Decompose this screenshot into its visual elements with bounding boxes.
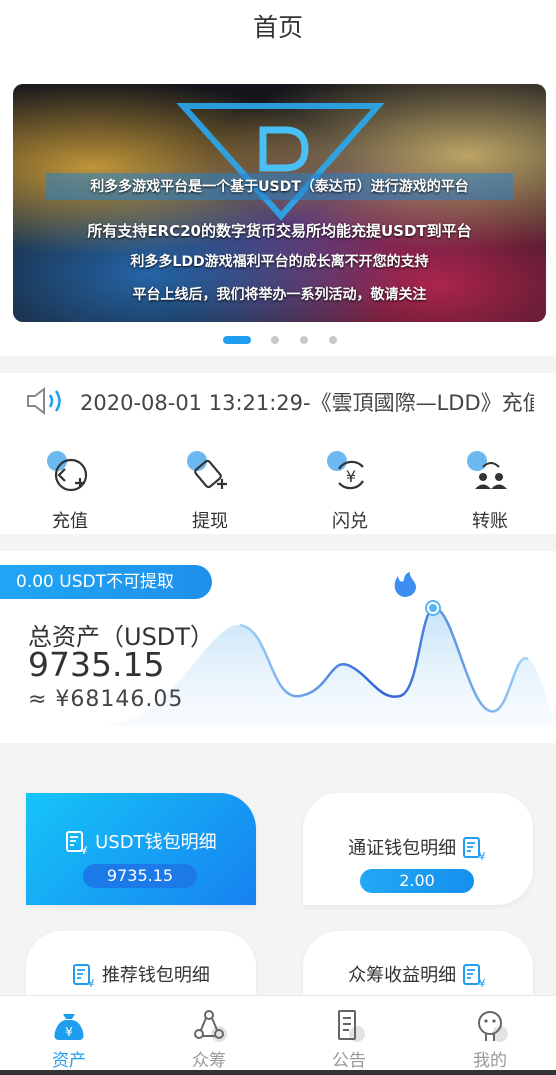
wallet-cards: ¥ USDT钱包明细 9735.15 通证钱包明细 ¥ 2.00 ¥ 推荐钱包明… bbox=[0, 743, 556, 995]
tab-crowdfund-label: 众筹 bbox=[192, 1051, 226, 1071]
banner-section: 利多多游戏平台是一个基于USDT（泰达币）进行游戏的平台 所有支持ERC20的数… bbox=[0, 56, 556, 356]
svg-text:¥: ¥ bbox=[81, 844, 88, 856]
carousel-dot[interactable] bbox=[271, 336, 279, 344]
speaker-icon bbox=[27, 386, 61, 416]
tab-announcement[interactable]: 公告 bbox=[299, 1008, 399, 1071]
transfer-label: 转账 bbox=[472, 511, 508, 532]
ledger-icon: ¥ bbox=[66, 831, 88, 856]
withdraw-icon bbox=[187, 451, 233, 497]
token-wallet-card[interactable]: 通证钱包明细 ¥ 2.00 bbox=[303, 793, 533, 905]
carousel-dot[interactable] bbox=[329, 336, 337, 344]
wallet-bag-icon: ¥ bbox=[49, 1008, 89, 1044]
tab-crowdfund[interactable]: 众筹 bbox=[159, 1008, 259, 1071]
token-wallet-title: 通证钱包明细 ¥ bbox=[303, 834, 533, 862]
crowdfund-icon bbox=[189, 1008, 229, 1044]
profile-icon bbox=[470, 1008, 510, 1044]
carousel-dot[interactable] bbox=[300, 336, 308, 344]
banner-line-4: 平台上线后，我们将举办一系列活动，敬请关注 bbox=[132, 287, 427, 303]
crowdfund-income-title: 众筹收益明细 ¥ bbox=[303, 961, 533, 989]
svg-text:¥: ¥ bbox=[65, 1025, 73, 1039]
banner-carousel[interactable]: 利多多游戏平台是一个基于USDT（泰达币）进行游戏的平台 所有支持ERC20的数… bbox=[13, 84, 546, 322]
notice-text: 2020-08-01 13:21:29-《雲頂國際—LDD》充值 bbox=[80, 391, 534, 415]
total-assets-value: 9735.15 bbox=[28, 645, 165, 684]
page-title: 首页 bbox=[252, 13, 303, 42]
ledger-icon: ¥ bbox=[73, 964, 95, 989]
referral-wallet-title: ¥ 推荐钱包明细 bbox=[26, 961, 256, 989]
ledger-icon: ¥ bbox=[462, 837, 485, 862]
transfer-button[interactable]: 转账 bbox=[450, 451, 530, 533]
exchange-label: 闪兑 bbox=[332, 511, 368, 532]
home-indicator bbox=[0, 1070, 556, 1075]
svg-text:¥: ¥ bbox=[478, 850, 485, 862]
recharge-label: 充值 bbox=[52, 511, 88, 532]
transfer-icon bbox=[467, 451, 513, 497]
announcement-icon bbox=[329, 1008, 369, 1044]
crowdfund-income-card[interactable]: 众筹收益明细 ¥ bbox=[303, 931, 533, 995]
non-withdrawable-badge: 0.00 USDT不可提取 bbox=[0, 565, 212, 599]
tab-announcement-label: 公告 bbox=[332, 1051, 366, 1071]
ledger-icon: ¥ bbox=[462, 964, 485, 989]
page-header: 首页 bbox=[0, 0, 556, 56]
page: 首页 利多多游戏平台是一个基于USDT（泰达币）进行游戏的平台 所有支持ERC2… bbox=[0, 0, 556, 1075]
token-wallet-amount: 2.00 bbox=[360, 869, 474, 893]
exchange-button[interactable]: ¥ 闪兑 bbox=[310, 451, 390, 533]
recharge-icon bbox=[47, 451, 93, 497]
carousel-dot[interactable] bbox=[223, 336, 251, 344]
tab-assets[interactable]: ¥ 资产 bbox=[19, 1008, 119, 1071]
withdraw-label: 提现 bbox=[192, 511, 228, 532]
tab-assets-label: 资产 bbox=[52, 1051, 86, 1071]
tab-profile-label: 我的 bbox=[473, 1051, 507, 1071]
usdt-wallet-card[interactable]: ¥ USDT钱包明细 9735.15 bbox=[26, 793, 256, 905]
banner-line-2: 所有支持ERC20的数字货币交易所均能充提USDT到平台 bbox=[87, 222, 472, 240]
svg-text:¥: ¥ bbox=[346, 467, 356, 486]
svg-text:¥: ¥ bbox=[88, 977, 95, 989]
quick-actions: 充值 提现 ¥ 闪兑 转账 bbox=[0, 429, 556, 534]
usdt-wallet-title: ¥ USDT钱包明细 bbox=[26, 828, 256, 856]
usdt-wallet-amount: 9735.15 bbox=[83, 864, 197, 888]
recharge-button[interactable]: 充值 bbox=[30, 451, 110, 533]
tab-profile[interactable]: 我的 bbox=[440, 1008, 540, 1071]
withdraw-button[interactable]: 提现 bbox=[170, 451, 250, 533]
notice-bar[interactable]: 2020-08-01 13:21:29-《雲頂國際—LDD》充值 bbox=[0, 373, 556, 429]
svg-text:¥: ¥ bbox=[478, 977, 485, 989]
bottom-tab-bar: ¥ 资产 众筹 公告 我的 bbox=[0, 995, 556, 1075]
exchange-icon: ¥ bbox=[327, 451, 373, 497]
total-assets-panel: 0.00 USDT不可提取 总资产（USDT） 9735.15 ≈ ¥68146… bbox=[0, 551, 556, 743]
referral-wallet-card[interactable]: ¥ 推荐钱包明细 bbox=[26, 931, 256, 995]
banner-line-1: 利多多游戏平台是一个基于USDT（泰达币）进行游戏的平台 bbox=[90, 179, 469, 195]
banner-line-3: 利多多LDD游戏福利平台的成长离不开您的支持 bbox=[130, 254, 429, 270]
total-assets-cny: ≈ ¥68146.05 bbox=[28, 687, 184, 712]
carousel-dots bbox=[0, 334, 556, 346]
